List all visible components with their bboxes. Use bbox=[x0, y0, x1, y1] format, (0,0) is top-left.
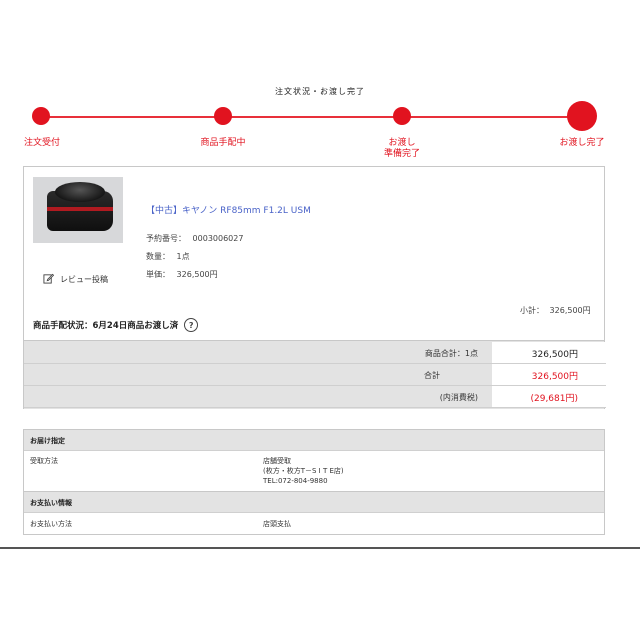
payment-row-label: お支払い方法 bbox=[30, 520, 72, 528]
product-image[interactable] bbox=[33, 177, 123, 243]
totals-row-items: 商品合計：1点 326,500円 bbox=[24, 342, 606, 364]
store-name: 店舗受取 bbox=[263, 457, 291, 465]
subtotal-value: 326,500円 bbox=[549, 306, 591, 315]
payment-header: お支払い情報 bbox=[24, 492, 604, 512]
arrangement-status: 商品手配状況：6月24日商品お渡し済 ? bbox=[33, 318, 199, 332]
quantity-value: 1点 bbox=[176, 252, 190, 261]
reservation-value: 0003006027 bbox=[192, 234, 244, 243]
quantity-label: 数量： bbox=[146, 252, 170, 261]
delivery-row-value: 店舗受取 (枚方・枚方T－S I T E店) TEL:072-804-9880 bbox=[263, 456, 344, 486]
edit-icon bbox=[43, 273, 55, 286]
delivery-table: お届け指定 受取方法 店舗受取 (枚方・枚方T－S I T E店) TEL:07… bbox=[23, 429, 605, 494]
store-branch: (枚方・枚方T－S I T E店) bbox=[263, 467, 344, 475]
unit-price: 単価： 326,500円 bbox=[146, 269, 218, 280]
delivery-row-label: 受取方法 bbox=[30, 457, 58, 465]
unit-price-value: 326,500円 bbox=[176, 270, 218, 279]
status-title: 注文状況・お渡し完了 bbox=[275, 87, 365, 96]
unit-price-label: 単価： bbox=[146, 270, 170, 279]
totals-row-tax: (内消費税) (29,681円) bbox=[24, 386, 606, 408]
totals-tax-value: (29,681円) bbox=[530, 394, 578, 404]
subtotal-label: 小計： bbox=[520, 306, 544, 315]
help-icon[interactable]: ? bbox=[184, 318, 199, 332]
reservation-label: 予約番号： bbox=[146, 234, 186, 243]
store-phone: TEL:072-804-9880 bbox=[263, 477, 328, 485]
subtotal: 小計： 326,500円 bbox=[520, 305, 591, 316]
payment-row: お支払い方法 店頭支払 bbox=[24, 512, 604, 534]
review-label: レビュー投稿 bbox=[60, 275, 108, 284]
totals-items-value: 326,500円 bbox=[531, 350, 578, 360]
step-dot-1 bbox=[32, 107, 50, 125]
progress-track bbox=[40, 116, 583, 118]
reservation-number: 予約番号： 0003006027 bbox=[146, 233, 243, 244]
totals-total-value: 326,500円 bbox=[531, 372, 578, 382]
step-dot-2 bbox=[214, 107, 232, 125]
product-name-link[interactable]: 【中古】キヤノン RF85mm F1.2L USM bbox=[146, 203, 311, 216]
arrangement-status-text: 商品手配状況：6月24日商品お渡し済 bbox=[33, 321, 179, 331]
review-button[interactable]: レビュー投稿 bbox=[43, 273, 108, 286]
step-dot-3 bbox=[393, 107, 411, 125]
totals-panel: 商品合計：1点 326,500円 合計 326,500円 (内消費税) (29,… bbox=[23, 341, 606, 409]
divider-line bbox=[0, 547, 640, 549]
lens-front bbox=[55, 182, 105, 202]
delivery-header: お届け指定 bbox=[24, 430, 604, 450]
payment-row-value: 店頭支払 bbox=[263, 520, 291, 528]
payment-table: お支払い情報 お支払い方法 店頭支払 bbox=[23, 491, 605, 535]
step-label-1: 注文受付 bbox=[23, 138, 61, 148]
lens-red-ring bbox=[47, 207, 113, 211]
totals-row-total: 合計 326,500円 bbox=[24, 364, 606, 386]
delivery-row: 受取方法 店舗受取 (枚方・枚方T－S I T E店) TEL:072-804-… bbox=[24, 450, 604, 493]
totals-items-label: 商品合計：1点 bbox=[424, 349, 478, 358]
totals-tax-label: (内消費税) bbox=[439, 393, 478, 402]
step-label-2: 商品手配中 bbox=[200, 138, 246, 148]
step-label-3: お渡し 準備完了 bbox=[383, 138, 421, 159]
quantity: 数量： 1点 bbox=[146, 251, 190, 262]
totals-total-label: 合計 bbox=[424, 371, 440, 380]
step-label-4: お渡し完了 bbox=[559, 138, 605, 148]
step-dot-4-current bbox=[567, 101, 597, 131]
